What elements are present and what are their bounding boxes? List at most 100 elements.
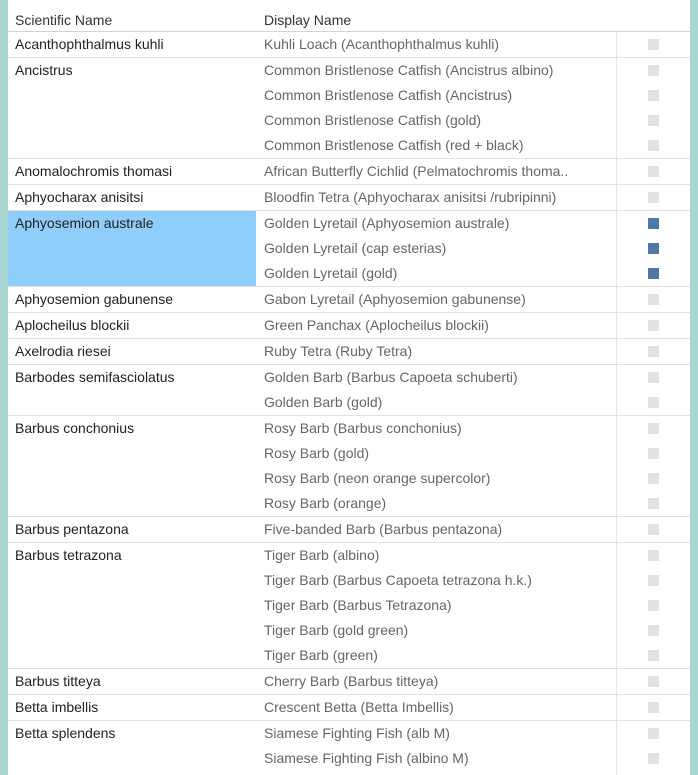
row-checkbox[interactable] [648,140,659,151]
table-row[interactable]: Common Bristlenose Catfish (red + black) [8,133,690,158]
table-group: Barbus conchonius Rosy Barb (Barbus conch… [8,416,690,517]
column-divider [616,313,617,338]
table-row[interactable]: Siamese Fighting Fish (alb M) [8,721,690,746]
column-divider [616,32,617,57]
column-divider [616,365,617,390]
table-row[interactable]: Tiger Barb (Barbus Tetrazona) [8,593,690,618]
table-row[interactable]: Rosy Barb (gold) [8,441,690,466]
table-row[interactable]: Tiger Barb (Barbus Capoeta tetrazona h.k… [8,568,690,593]
display-name-cell: Rosy Barb (orange) [264,495,387,511]
row-checkbox[interactable] [648,575,659,586]
table-row[interactable]: Golden Lyretail (Aphyosemion australe) [8,211,690,236]
column-divider [616,593,617,618]
table-row[interactable]: Golden Barb (gold) [8,390,690,415]
column-header-display-name[interactable]: Display Name [264,11,351,29]
row-checkbox[interactable] [648,448,659,459]
display-name-cell: Common Bristlenose Catfish (red + black) [264,137,524,153]
row-checkbox[interactable] [648,650,659,661]
column-divider [616,261,617,286]
row-checkbox[interactable] [648,498,659,509]
row-checkbox[interactable] [648,676,659,687]
row-checkbox[interactable] [648,39,659,50]
row-checkbox[interactable] [648,218,659,229]
row-checkbox[interactable] [648,166,659,177]
table-group: Barbus titteya Cherry Barb (Barbus tittey… [8,669,690,695]
row-checkbox[interactable] [648,473,659,484]
table-group: Betta splendens Siamese Fighting Fish (al… [8,721,690,775]
row-checkbox[interactable] [648,625,659,636]
table-row[interactable]: Tiger Barb (green) [8,643,690,668]
row-checkbox[interactable] [648,90,659,101]
table-row[interactable]: Golden Barb (Barbus Capoeta schuberti) [8,365,690,390]
table-group: Barbus pentazona Five-banded Barb (Barbus… [8,517,690,543]
row-checkbox[interactable] [648,524,659,535]
display-name-cell: Golden Lyretail (cap esterias) [264,240,447,256]
table-row[interactable]: Rosy Barb (neon orange supercolor) [8,466,690,491]
table-row[interactable]: Gabon Lyretail (Aphyosemion gabunense) [8,287,690,312]
display-name-cell: Green Panchax (Aplocheilus blockii) [264,317,489,333]
table-row[interactable]: Bloodfin Tetra (Aphyocharax anisitsi /ru… [8,185,690,210]
display-name-cell: Tiger Barb (Barbus Tetrazona) [264,597,452,613]
column-header-scientific-name[interactable]: Scientific Name [15,11,112,29]
table-row[interactable]: African Butterfly Cichlid (Pelmatochromi… [8,159,690,184]
display-name-cell: Five-banded Barb (Barbus pentazona) [264,521,503,537]
species-table: Scientific Name Display Name Acanthophth… [8,0,690,775]
row-checkbox[interactable] [648,600,659,611]
display-name-cell: Rosy Barb (Barbus conchonius) [264,420,462,436]
column-divider [616,466,617,491]
table-row[interactable]: Common Bristlenose Catfish (Ancistrus al… [8,58,690,83]
table-row[interactable]: Golden Lyretail (cap esterias) [8,236,690,261]
table-body: Acanthophthalmus kuhli Kuhli Loach (Acant… [8,32,690,775]
table-row[interactable]: Cherry Barb (Barbus titteya) [8,669,690,694]
table-row[interactable]: Siamese Fighting Fish (cambodian M) [8,771,690,775]
row-checkbox[interactable] [648,550,659,561]
row-checkbox[interactable] [648,320,659,331]
column-divider [616,491,617,516]
display-name-cell: African Butterfly Cichlid (Pelmatochromi… [264,163,569,179]
table-row[interactable]: Kuhli Loach (Acanthophthalmus kuhli) [8,32,690,57]
display-name-cell: Common Bristlenose Catfish (Ancistrus) [264,87,513,103]
column-divider [616,643,617,668]
row-checkbox[interactable] [648,268,659,279]
display-name-cell: Ruby Tetra (Ruby Tetra) [264,343,413,359]
row-checkbox[interactable] [648,294,659,305]
table-row[interactable]: Rosy Barb (Barbus conchonius) [8,416,690,441]
table-row[interactable]: Common Bristlenose Catfish (Ancistrus) [8,83,690,108]
display-name-cell: Crescent Betta (Betta Imbellis) [264,699,454,715]
row-checkbox[interactable] [648,372,659,383]
row-checkbox[interactable] [648,65,659,76]
row-checkbox[interactable] [648,753,659,764]
table-row[interactable]: Rosy Barb (orange) [8,491,690,516]
table-header: Scientific Name Display Name [8,0,690,32]
display-name-cell: Common Bristlenose Catfish (gold) [264,112,482,128]
row-checkbox[interactable] [648,702,659,713]
display-name-cell: Tiger Barb (Barbus Capoeta tetrazona h.k… [264,572,532,588]
display-name-cell: Golden Lyretail (gold) [264,265,398,281]
table-row[interactable]: Crescent Betta (Betta Imbellis) [8,695,690,720]
column-divider [616,746,617,771]
row-checkbox[interactable] [648,243,659,254]
column-divider [616,159,617,184]
table-row[interactable]: Tiger Barb (gold green) [8,618,690,643]
display-name-cell: Siamese Fighting Fish (alb M) [264,725,450,741]
table-row[interactable]: Tiger Barb (albino) [8,543,690,568]
row-checkbox[interactable] [648,423,659,434]
table-row[interactable]: Common Bristlenose Catfish (gold) [8,108,690,133]
table-row[interactable]: Golden Lyretail (gold) [8,261,690,286]
row-checkbox[interactable] [648,346,659,357]
table-row[interactable]: Green Panchax (Aplocheilus blockii) [8,313,690,338]
table-group: Axelrodia riesei Ruby Tetra (Ruby Tetra) [8,339,690,365]
display-name-cell: Kuhli Loach (Acanthophthalmus kuhli) [264,36,500,52]
row-checkbox[interactable] [648,397,659,408]
row-checkbox[interactable] [648,115,659,126]
row-checkbox[interactable] [648,192,659,203]
row-checkbox[interactable] [648,728,659,739]
table-row[interactable]: Siamese Fighting Fish (albino M) [8,746,690,771]
table-row[interactable]: Ruby Tetra (Ruby Tetra) [8,339,690,364]
display-name-cell: Golden Barb (Barbus Capoeta schuberti) [264,369,518,385]
column-divider [616,185,617,210]
table-group: Barbus tetrazona Tiger Barb (albino) Tiger… [8,543,690,669]
column-divider [616,771,617,775]
table-row[interactable]: Five-banded Barb (Barbus pentazona) [8,517,690,542]
column-divider [616,339,617,364]
